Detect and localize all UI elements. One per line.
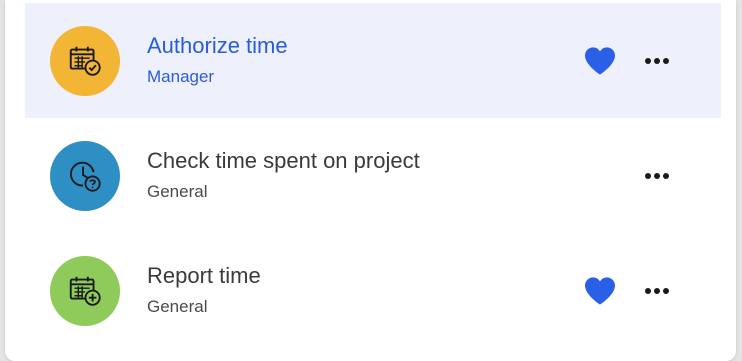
more-dots-icon: [645, 172, 669, 179]
clock-question-icon: [50, 140, 120, 211]
more-options-button[interactable]: [637, 161, 677, 191]
item-title: Authorize time: [147, 32, 288, 58]
item-subtitle: General: [147, 296, 208, 316]
task-list-card: Authorize time Manager Check time spent …: [5, 0, 736, 361]
favorite-heart-icon[interactable]: [583, 276, 617, 306]
list-item-check-time-spent[interactable]: Check time spent on project General: [25, 118, 721, 233]
favorite-heart-icon[interactable]: [583, 46, 617, 76]
more-options-button[interactable]: [637, 46, 677, 76]
calendar-add-icon: [50, 255, 120, 326]
item-title: Report time: [147, 262, 261, 288]
item-text: Authorize time Manager: [147, 31, 288, 89]
item-title: Check time spent on project: [147, 147, 420, 173]
list-item-authorize-time[interactable]: Authorize time Manager: [25, 3, 721, 118]
more-options-button[interactable]: [637, 276, 677, 306]
more-dots-icon: [645, 57, 669, 64]
item-subtitle: General: [147, 181, 208, 201]
item-text: Report time General: [147, 261, 261, 319]
calendar-check-icon: [50, 25, 120, 96]
list-item-report-time[interactable]: Report time General: [25, 233, 721, 348]
more-dots-icon: [645, 287, 669, 294]
item-subtitle: Manager: [147, 66, 215, 86]
item-text: Check time spent on project General: [147, 146, 420, 204]
